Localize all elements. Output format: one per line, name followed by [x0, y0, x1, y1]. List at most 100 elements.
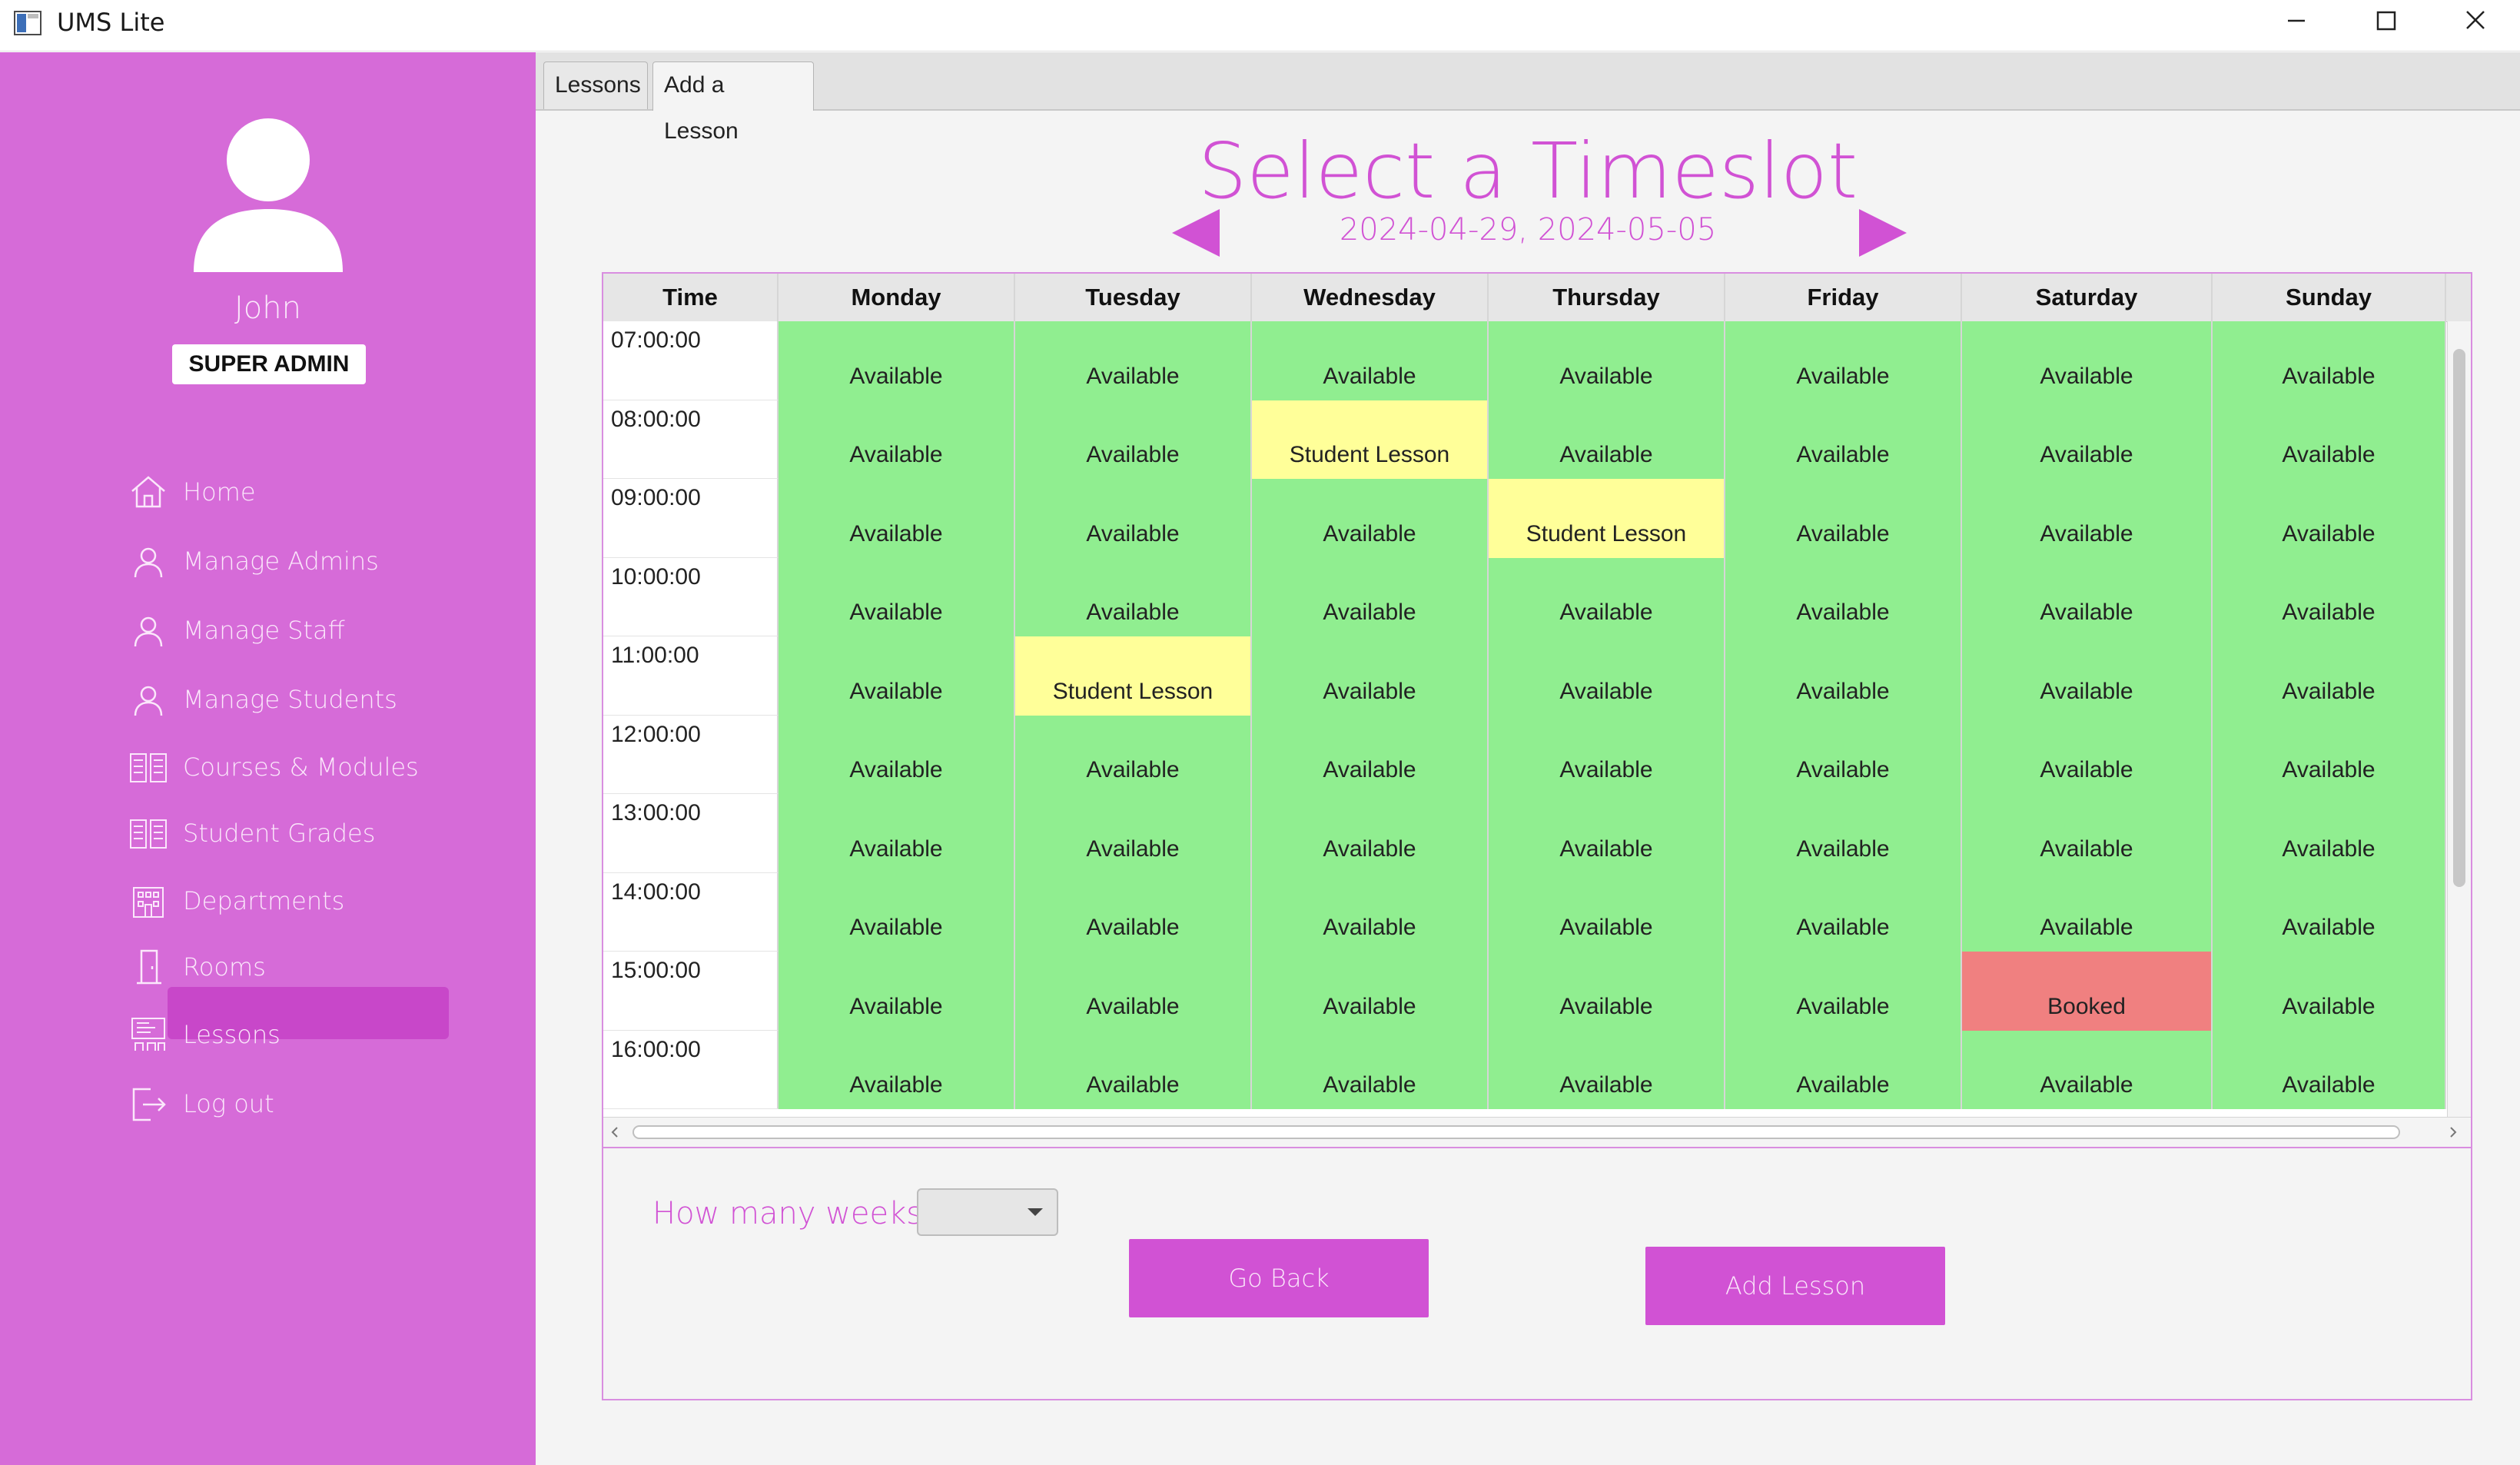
timeslot-cell[interactable]: Available [779, 952, 1015, 1031]
add-lesson-button[interactable]: Add Lesson [1645, 1247, 1945, 1325]
timeslot-cell[interactable]: Available [1489, 715, 1725, 794]
horizontal-scrollbar-thumb[interactable] [632, 1125, 2400, 1139]
timeslot-cell[interactable]: Available [1962, 321, 2213, 400]
sidebar-item-log-out[interactable]: Log out [128, 1078, 450, 1130]
timeslot-cell[interactable]: Available [2213, 479, 2446, 558]
timeslot-cell[interactable]: Available [1489, 1030, 1725, 1109]
sidebar-item-home[interactable]: Home [128, 466, 450, 518]
scroll-right-icon[interactable] [2446, 1125, 2460, 1139]
timeslot-cell[interactable]: Available [1489, 794, 1725, 873]
weeks-dropdown[interactable] [917, 1188, 1058, 1236]
timeslot-cell[interactable]: Available [779, 636, 1015, 716]
sidebar-item-rooms[interactable]: Rooms [128, 941, 450, 993]
timeslot-cell[interactable]: Available [1252, 952, 1489, 1031]
timeslot-cell[interactable]: Available [1725, 321, 1962, 400]
timeslot-cell[interactable]: Available [1489, 872, 1725, 952]
timeslot-cell[interactable]: Available [2213, 1030, 2446, 1109]
timeslot-cell[interactable]: Available [1725, 794, 1962, 873]
sidebar-item-courses-modules[interactable]: Courses & Modules [128, 741, 450, 793]
timeslot-cell[interactable]: Available [1489, 952, 1725, 1031]
timeslot-cell[interactable]: Available [1252, 794, 1489, 873]
timeslot-cell[interactable]: Available [1962, 636, 2213, 716]
timeslot-cell[interactable]: Available [1725, 1030, 1962, 1109]
time-cell: 08:00:00 [603, 400, 779, 479]
timeslot-cell[interactable]: Available [1725, 952, 1962, 1031]
timeslot-cell[interactable]: Available [2213, 557, 2446, 636]
timeslot-cell[interactable]: Available [779, 715, 1015, 794]
timeslot-cell[interactable]: Available [1962, 715, 2213, 794]
timeslot-cell[interactable]: Available [1015, 715, 1252, 794]
timeslot-cell[interactable]: Available [2213, 794, 2446, 873]
timeslot-cell[interactable]: Available [2213, 400, 2446, 479]
timeslot-cell[interactable]: Available [1962, 1030, 2213, 1109]
tab-lessons[interactable]: Lessons [543, 61, 648, 109]
timetable: Time Monday Tuesday Wednesday Thursday Friday… [602, 272, 2472, 1148]
timeslot-cell[interactable]: Available [1252, 636, 1489, 716]
close-icon[interactable] [2431, 0, 2520, 43]
timeslot-cell[interactable]: Available [1489, 557, 1725, 636]
timeslot-cell[interactable]: Available [1252, 715, 1489, 794]
timeslot-cell[interactable]: Available [1489, 321, 1725, 400]
timeslot-cell[interactable]: Available [779, 872, 1015, 952]
timeslot-cell[interactable]: Available [2213, 715, 2446, 794]
go-back-button[interactable]: Go Back [1129, 1239, 1429, 1317]
timeslot-status: Available [1086, 835, 1180, 862]
timeslot-cell[interactable]: Available [1252, 872, 1489, 952]
timeslot-cell[interactable]: Student Lesson [1489, 479, 1725, 558]
tab-add-a-lesson[interactable]: Add a Lesson [652, 61, 814, 144]
timeslot-cell[interactable]: Available [1725, 715, 1962, 794]
timeslot-cell[interactable]: Available [1962, 479, 2213, 558]
timeslot-cell[interactable]: Available [2213, 872, 2446, 952]
scroll-left-icon[interactable] [608, 1125, 622, 1139]
timeslot-cell[interactable]: Available [779, 479, 1015, 558]
timeslot-cell[interactable]: Available [1015, 479, 1252, 558]
timeslot-cell[interactable]: Available [1725, 400, 1962, 479]
timeslot-cell[interactable]: Available [1015, 872, 1252, 952]
timeslot-cell[interactable]: Booked [1962, 952, 2213, 1031]
timeslot-cell[interactable]: Available [1725, 479, 1962, 558]
timeslot-cell[interactable]: Available [1015, 794, 1252, 873]
timeslot-cell[interactable]: Available [779, 400, 1015, 479]
timeslot-cell[interactable]: Available [1015, 557, 1252, 636]
timeslot-cell[interactable]: Available [779, 1030, 1015, 1109]
horizontal-scrollbar[interactable] [603, 1117, 2471, 1147]
sidebar-item-manage-students[interactable]: Manage Students [128, 673, 450, 726]
timeslot-cell[interactable]: Available [1962, 872, 2213, 952]
timeslot-cell[interactable]: Student Lesson [1252, 400, 1489, 479]
sidebar-item-manage-staff[interactable]: Manage Staff [128, 604, 450, 656]
timeslot-cell[interactable]: Available [1962, 557, 2213, 636]
timeslot-cell[interactable]: Available [2213, 321, 2446, 400]
timeslot-cell[interactable]: Available [1489, 636, 1725, 716]
timeslot-status: Available [1559, 757, 1653, 782]
timeslot-cell[interactable]: Available [1489, 400, 1725, 479]
timeslot-cell[interactable]: Available [1725, 557, 1962, 636]
vertical-scrollbar[interactable] [2447, 321, 2471, 1118]
timeslot-cell[interactable]: Available [1015, 400, 1252, 479]
timeslot-cell[interactable]: Available [1962, 400, 2213, 479]
timeslot-cell[interactable]: Available [779, 557, 1015, 636]
timeslot-cell[interactable]: Available [1252, 479, 1489, 558]
timeslot-cell[interactable]: Available [1015, 321, 1252, 400]
timeslot-cell[interactable]: Available [779, 321, 1015, 400]
column-header-monday: Monday [779, 274, 1015, 321]
timeslot-cell[interactable]: Available [779, 794, 1015, 873]
maximize-icon[interactable] [2341, 0, 2430, 43]
timeslot-cell[interactable]: Available [1252, 557, 1489, 636]
sidebar-item-departments[interactable]: Departments [128, 875, 450, 927]
timeslot-cell[interactable]: Available [1015, 1030, 1252, 1109]
timeslot-cell[interactable]: Available [1962, 794, 2213, 873]
timeslot-cell[interactable]: Available [2213, 952, 2446, 1031]
timeslot-cell[interactable]: Available [1725, 872, 1962, 952]
sidebar-item-lessons[interactable]: Lessons [128, 1008, 450, 1061]
timeslot-cell[interactable]: Available [1252, 321, 1489, 400]
timeslot-cell[interactable]: Available [2213, 636, 2446, 716]
minimize-icon[interactable] [2252, 0, 2341, 43]
vertical-scrollbar-thumb[interactable] [2453, 349, 2465, 887]
timeslot-cell[interactable]: Student Lesson [1015, 636, 1252, 716]
sidebar-item-manage-admins[interactable]: Manage Admins [128, 535, 450, 587]
timeslot-cell[interactable]: Available [1015, 952, 1252, 1031]
timeslot-cell[interactable]: Available [1252, 1030, 1489, 1109]
next-week-arrow-icon[interactable] [1854, 206, 1911, 260]
sidebar-item-student-grades[interactable]: Student Grades [128, 807, 450, 859]
timeslot-cell[interactable]: Available [1725, 636, 1962, 716]
